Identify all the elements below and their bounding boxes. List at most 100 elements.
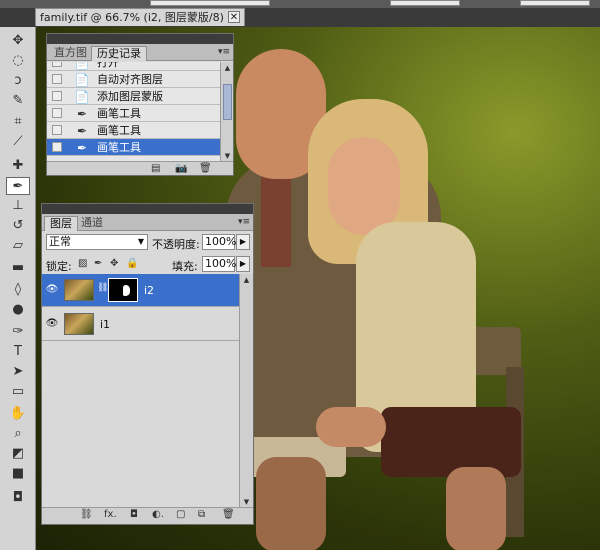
clone-stamp-tool-icon[interactable]: ⊥ <box>6 197 30 215</box>
gradient-tool-icon[interactable]: ▬ <box>6 259 30 277</box>
healing-brush-tool-icon[interactable]: ✚ <box>6 157 30 175</box>
new-document-from-state-icon[interactable]: ▤ <box>151 163 160 174</box>
layer-thumbnail[interactable] <box>64 279 94 301</box>
close-icon[interactable]: ✕ <box>228 11 240 23</box>
shape-tool-icon[interactable]: ▭ <box>6 383 30 401</box>
layer-thumbnail[interactable] <box>64 313 94 335</box>
document-title: family.tif @ 66.7% (i2, 图层蒙版/8) * <box>40 11 233 24</box>
eye-icon[interactable]: 👁 <box>45 318 59 330</box>
history-source-checkbox[interactable] <box>52 142 62 152</box>
opacity-field[interactable]: 100% <box>202 234 236 250</box>
history-state-item[interactable]: ✒ 画笔工具 <box>47 105 221 122</box>
move-tool-icon[interactable]: ✥ <box>6 32 30 50</box>
document-tab[interactable]: family.tif @ 66.7% (i2, 图层蒙版/8) * ✕ <box>35 8 245 26</box>
layer-row[interactable]: 👁 ⛓ i2 <box>42 274 239 307</box>
scroll-down-icon[interactable]: ▼ <box>241 498 252 506</box>
new-snapshot-icon[interactable]: 📷 <box>175 163 187 174</box>
history-state-label: 画笔工具 <box>97 107 141 120</box>
panel-titlebar[interactable] <box>42 204 253 214</box>
lasso-tool-icon[interactable]: ↄ <box>6 72 30 90</box>
history-state-label: 自动对齐图层 <box>97 73 163 86</box>
options-field[interactable] <box>520 0 590 6</box>
options-field[interactable] <box>150 0 270 6</box>
default-colors-icon[interactable]: ◩ <box>6 445 30 463</box>
scroll-down-icon[interactable]: ▼ <box>222 151 233 161</box>
blur-tool-icon[interactable]: ◊ <box>6 281 30 299</box>
pen-tool-icon[interactable]: ✑ <box>6 323 30 341</box>
tools-panel: ✥ ◌ ↄ ✎ ⌗ ⟋ ✚ ✒ ⊥ ↺ ▱ ▬ ◊ ● ✑ T ➤ ▭ ✋ ⌕ ◩ ■ ◘ <box>0 27 36 550</box>
path-select-tool-icon[interactable]: ➤ <box>6 363 30 381</box>
hand-tool-icon[interactable]: ✋ <box>6 405 30 423</box>
options-field[interactable] <box>390 0 460 6</box>
history-state-label: 打开 <box>97 62 119 69</box>
type-tool-icon[interactable]: T <box>6 343 30 361</box>
history-source-checkbox[interactable] <box>52 108 62 118</box>
brush-tool-icon[interactable]: ✒ <box>6 177 30 195</box>
delete-state-icon[interactable]: 🗑 <box>199 163 212 174</box>
history-brush-tool-icon[interactable]: ↺ <box>6 217 30 235</box>
layer-row[interactable]: 👁 i1 <box>42 308 239 341</box>
fill-slider-button[interactable]: ▶ <box>236 256 250 272</box>
history-scrollbar[interactable]: ▲ ▼ <box>220 62 233 162</box>
delete-layer-icon[interactable]: 🗑 <box>222 509 235 520</box>
zoom-tool-icon[interactable]: ⌕ <box>6 425 30 443</box>
blend-mode-select[interactable]: 正常 ▼ <box>46 234 148 250</box>
opacity-slider-button[interactable]: ▶ <box>236 234 250 250</box>
history-list: 📄 打开 📄 自动对齐图层 📄 添加图层蒙版 ✒ 画笔工具 ✒ 画笔工具 ✒ 画笔工具 <box>47 62 221 162</box>
history-state-item[interactable]: 📄 添加图层蒙版 <box>47 88 221 105</box>
mask-link-icon[interactable]: ⛓ <box>97 283 108 293</box>
quick-mask-icon[interactable]: ◘ <box>6 489 30 507</box>
layers-scrollbar[interactable]: ▲ ▼ <box>239 274 253 508</box>
tab-layers[interactable]: 图层 <box>44 216 78 231</box>
history-source-checkbox[interactable] <box>52 125 62 135</box>
tab-channels[interactable]: 通道 <box>76 216 108 231</box>
eyedropper-tool-icon[interactable]: ⟋ <box>6 133 30 151</box>
crop-tool-icon[interactable]: ⌗ <box>6 113 30 131</box>
lock-transparent-icon[interactable]: ▨ <box>78 258 87 269</box>
history-source-checkbox[interactable] <box>52 91 62 101</box>
new-group-icon[interactable]: ▢ <box>176 509 185 520</box>
history-state-label: 添加图层蒙版 <box>97 90 163 103</box>
marquee-tool-icon[interactable]: ◌ <box>6 52 30 70</box>
scroll-up-icon[interactable]: ▲ <box>241 276 252 284</box>
history-source-checkbox[interactable] <box>52 74 62 84</box>
scroll-thumb[interactable] <box>223 84 232 120</box>
history-state-item[interactable]: 📄 自动对齐图层 <box>47 71 221 88</box>
history-state-item[interactable]: ✒ 画笔工具 <box>47 139 221 156</box>
quick-select-tool-icon[interactable]: ✎ <box>6 92 30 110</box>
lock-image-icon[interactable]: ✒ <box>94 258 102 269</box>
history-source-checkbox[interactable] <box>52 62 62 67</box>
lock-label: 锁定: <box>46 260 72 273</box>
history-state-item[interactable]: 📄 打开 <box>47 62 221 71</box>
panel-menu-icon[interactable]: ▾≡ <box>218 47 230 57</box>
layer-mask-thumbnail[interactable] <box>108 278 138 302</box>
tab-histogram[interactable]: 直方图 <box>49 46 92 61</box>
new-layer-icon[interactable]: ⧉ <box>198 509 205 520</box>
adjustment-layer-icon[interactable]: ◐. <box>152 509 164 520</box>
options-bar <box>0 0 600 8</box>
girl-face <box>328 137 400 235</box>
scroll-up-icon[interactable]: ▲ <box>222 63 233 73</box>
lock-all-icon[interactable]: 🔒 <box>126 258 138 269</box>
history-panel: 直方图 历史记录 ▾≡ 📄 打开 📄 自动对齐图层 📄 添加图层蒙版 ✒ 画笔工具 ✒ 画笔工具 ✒… <box>46 33 234 176</box>
tab-history[interactable]: 历史记录 <box>91 46 147 61</box>
layer-style-icon[interactable]: fx. <box>104 509 117 520</box>
brush-icon: ✒ <box>76 124 88 138</box>
brush-icon: ✒ <box>76 107 88 121</box>
eraser-tool-icon[interactable]: ▱ <box>6 237 30 255</box>
lock-position-icon[interactable]: ✥ <box>110 258 118 269</box>
document-icon: 📄 <box>74 90 90 104</box>
hands <box>316 407 386 447</box>
layer-name: i1 <box>100 318 111 331</box>
color-swatches-icon[interactable]: ■ <box>6 465 30 483</box>
panel-titlebar[interactable] <box>47 34 233 44</box>
link-layers-icon[interactable]: ⛓ <box>80 509 93 520</box>
add-mask-icon[interactable]: ◘ <box>130 509 138 520</box>
eye-icon[interactable]: 👁 <box>45 284 59 296</box>
brush-icon: ✒ <box>76 141 88 155</box>
dodge-tool-icon[interactable]: ● <box>6 301 30 319</box>
panel-menu-icon[interactable]: ▾≡ <box>238 217 250 227</box>
fill-field[interactable]: 100% <box>202 256 236 272</box>
history-state-item[interactable]: ✒ 画笔工具 <box>47 122 221 139</box>
girl-skirt <box>381 407 521 477</box>
